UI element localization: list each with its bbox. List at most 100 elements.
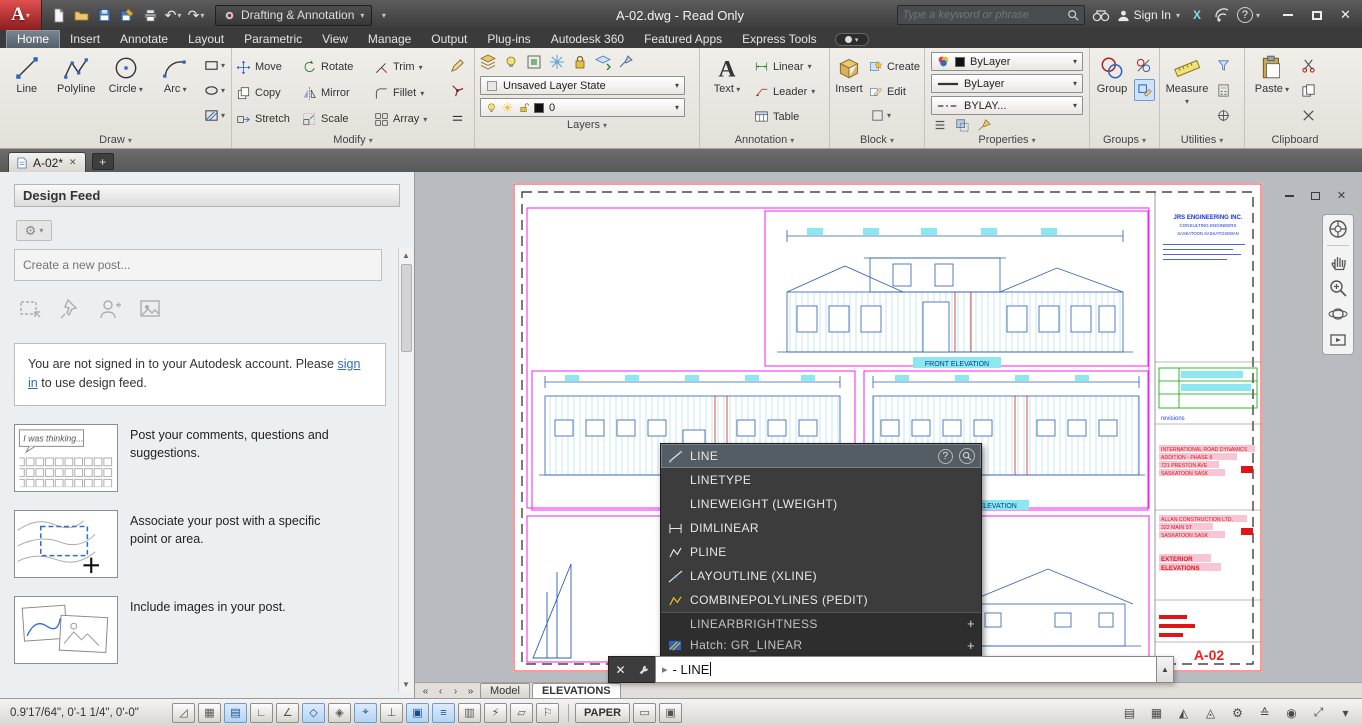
create-block-tool[interactable]: Create (868, 54, 920, 79)
qat-customize-button[interactable]: ▾ (372, 4, 394, 26)
erase-tool[interactable] (448, 54, 467, 76)
drawing-restore-button[interactable] (1307, 188, 1324, 203)
scroll-down-icon[interactable]: ▼ (400, 677, 413, 692)
model-space-icon-button[interactable]: ▣ (659, 703, 682, 723)
paper-space-icon-button[interactable]: ▭ (633, 703, 656, 723)
polyline-tool[interactable]: Polyline (54, 51, 100, 95)
panel-label-annotation[interactable]: Annotation (700, 132, 829, 148)
expand-plus-icon[interactable]: + (967, 638, 975, 653)
attach-image-icon[interactable] (138, 297, 162, 321)
offset-tool[interactable] (448, 104, 467, 126)
scrollbar-thumb[interactable] (401, 264, 412, 352)
panel-label-clipboard[interactable]: Clipboard (1245, 132, 1345, 148)
autocomplete-item-pline[interactable]: PLINE (661, 540, 981, 564)
maximize-button[interactable] (1302, 3, 1331, 27)
plot-button[interactable] (139, 4, 161, 26)
new-post-input[interactable] (14, 249, 382, 281)
fillet-tool[interactable]: Fillet (374, 80, 444, 106)
tab-home[interactable]: Home (6, 30, 60, 48)
steering-wheel-icon[interactable] (1328, 219, 1348, 239)
tag-person-icon[interactable] (98, 297, 122, 321)
sign-in-button[interactable]: Sign In ▾ (1117, 8, 1180, 22)
mirror-tool[interactable]: Mirror (302, 80, 374, 106)
last-layout-button[interactable]: » (463, 684, 478, 698)
application-menu-button[interactable]: A▾ (0, 0, 42, 30)
help-button[interactable]: ?▾ (1237, 7, 1260, 23)
autocomplete-item-linetype[interactable]: LINETYPE (661, 468, 981, 492)
trim-tool[interactable]: Trim (374, 54, 444, 80)
text-tool[interactable]: A Text (704, 51, 750, 95)
autodesk-exchange-icon[interactable]: X (1187, 5, 1207, 25)
arc-tool[interactable]: Arc (153, 51, 199, 95)
snap-mode-toggle[interactable]: ▦ (198, 703, 221, 723)
paste-special-tool[interactable] (1299, 104, 1318, 126)
rotate-tool[interactable]: Rotate (302, 54, 374, 80)
list-properties-icon[interactable] (933, 118, 947, 132)
performance-tuner-button[interactable]: ◉ (1279, 703, 1304, 723)
panel-label-groups[interactable]: Groups (1090, 132, 1159, 148)
communication-center-icon[interactable] (1214, 7, 1230, 23)
pan-hand-icon[interactable] (1328, 252, 1348, 272)
tab-output[interactable]: Output (421, 31, 477, 48)
command-search-icon[interactable] (959, 448, 975, 464)
workspace-switcher[interactable]: Drafting & Annotation ▾ (215, 5, 372, 26)
dynamic-ucs-toggle[interactable]: ⊥ (380, 703, 403, 723)
object-color-dropdown[interactable]: ByLayer (931, 52, 1083, 71)
tab-manage[interactable]: Manage (358, 31, 421, 48)
panel-label-modify[interactable]: Modify (232, 132, 474, 148)
edit-block-tool[interactable]: Edit (868, 79, 920, 104)
object-snap-tracking-toggle[interactable]: ⌖ (354, 703, 377, 723)
layer-lock-icon[interactable] (572, 54, 588, 70)
save-as-button[interactable] (116, 4, 138, 26)
annotation-monitor-toggle[interactable]: ⚐ (536, 703, 559, 723)
move-tool[interactable]: Move (236, 54, 302, 80)
autocomplete-item-lineweight[interactable]: LINEWEIGHT (LWEIGHT) (661, 492, 981, 516)
autocomplete-item-dimlinear[interactable]: DIMLINEAR (661, 516, 981, 540)
layer-state-dropdown[interactable]: Unsaved Layer State (480, 76, 685, 95)
quick-select-tool[interactable] (1214, 54, 1233, 76)
close-button[interactable]: ✕ (1331, 3, 1360, 27)
design-feed-header[interactable]: Design Feed (14, 184, 400, 207)
save-button[interactable] (93, 4, 115, 26)
line-tool[interactable]: Line (4, 51, 50, 95)
panel-label-draw[interactable]: Draw (0, 132, 231, 148)
quick-view-layouts-button[interactable]: ▤ (1117, 703, 1142, 723)
cut-tool[interactable] (1299, 54, 1318, 76)
panel-label-layers[interactable]: Layers (475, 117, 699, 133)
binoculars-search-icon[interactable] (1092, 8, 1110, 22)
autocomplete-item-hatch-gr-linear[interactable]: Hatch: GR_LINEAR + (661, 634, 981, 656)
linetype-dropdown[interactable]: BYLAY... (931, 96, 1083, 115)
transparency-icon[interactable] (955, 118, 969, 132)
paste-tool[interactable]: Paste (1249, 51, 1295, 95)
rectangle-tool[interactable] (202, 54, 227, 76)
file-tab-a02[interactable]: A-02* ✕ (8, 152, 86, 172)
interface-lock-button[interactable]: ≙ (1252, 703, 1277, 723)
measure-tool[interactable]: Measure (1164, 51, 1210, 107)
autocomplete-item-layoutline[interactable]: LAYOUTLINE (XLINE) (661, 564, 981, 588)
group-tool[interactable]: Group (1094, 51, 1130, 95)
tab-insert[interactable]: Insert (60, 31, 110, 48)
pin-post-icon[interactable] (58, 297, 82, 321)
panel-label-properties[interactable]: Properties (925, 132, 1089, 148)
layer-dropdown[interactable]: 0 (480, 98, 685, 117)
quick-calculator-tool[interactable] (1214, 79, 1233, 101)
stretch-tool[interactable]: Stretch (236, 106, 302, 132)
tab-view[interactable]: View (312, 31, 358, 48)
minimize-button[interactable] (1273, 3, 1302, 27)
ortho-mode-toggle[interactable]: ∟ (250, 703, 273, 723)
copy-clip-tool[interactable] (1299, 79, 1318, 101)
search-input[interactable] (903, 9, 1063, 21)
palette-scrollbar[interactable]: ▲ ▼ (398, 248, 413, 692)
coordinates-readout[interactable]: 0.9'17/64", 0'-1 1/4", 0'-0" (4, 707, 172, 719)
circle-tool[interactable]: Circle (103, 51, 149, 95)
annotation-visibility-button[interactable]: ◭ (1171, 703, 1196, 723)
search-icon[interactable] (1067, 9, 1079, 21)
file-tab-close-icon[interactable]: ✕ (69, 157, 77, 168)
infer-constraints-toggle[interactable]: ◿ (172, 703, 195, 723)
undo-button[interactable]: ↶▾ (162, 4, 184, 26)
ribbon-options-button[interactable] (835, 33, 869, 46)
selection-cycling-toggle[interactable]: ▱ (510, 703, 533, 723)
tab-parametric[interactable]: Parametric (234, 31, 312, 48)
infocenter-search[interactable] (897, 5, 1085, 25)
explode-tool[interactable] (448, 79, 467, 101)
